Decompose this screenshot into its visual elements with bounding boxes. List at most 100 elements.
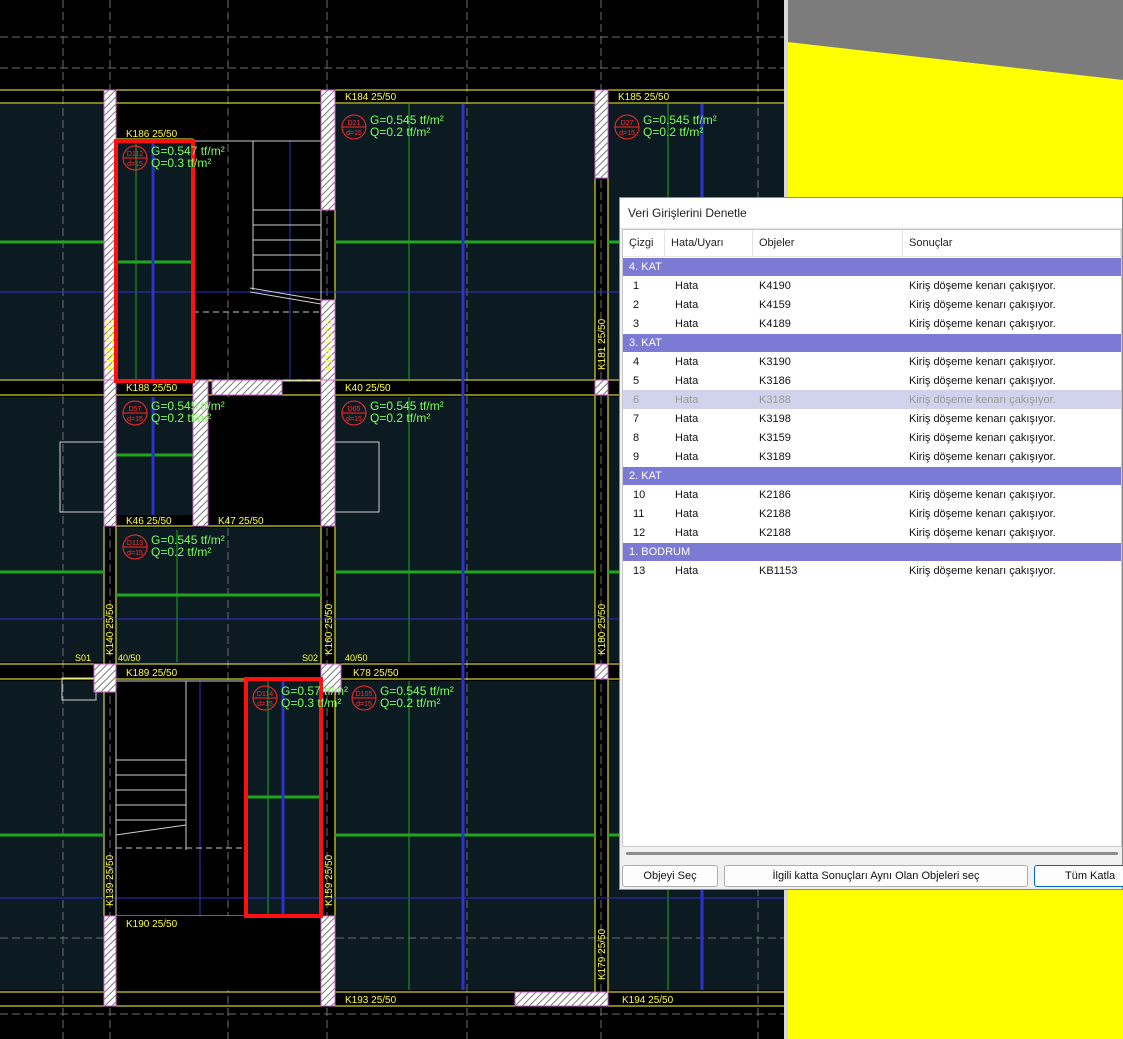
row-type: Hata [675,431,699,444]
column-label-k180[interactable]: K180 25/50 [597,603,608,655]
row-line-number: 8 [633,431,640,444]
slab-id: D114 [257,691,273,698]
row-result: Kiriş döşeme kenarı çakışıyor. [909,374,1056,387]
row-type: Hata [675,564,699,577]
row-result: Kiriş döşeme kenarı çakışıyor. [909,412,1056,425]
slab-id: D113 [127,540,143,547]
list-item[interactable]: 3 Hata K4189 Kiriş döşeme kenarı çakışıyor. [623,314,1121,333]
row-type: Hata [675,488,699,501]
viewport-3d-gray-plane [784,0,1123,80]
slab-id: D57 [129,406,142,413]
row-line-number: 10 [633,488,646,501]
column-label-k160[interactable]: K160 25/50 [324,603,335,655]
beam-label-k193[interactable]: K193 25/50 [345,995,397,1006]
column-header-objects[interactable]: Objeler [753,230,903,256]
list-item[interactable]: 11 Hata K2188 Kiriş döşeme kenarı çakışıyor… [623,504,1121,523]
slab-id: D65 [348,406,361,413]
list-item[interactable]: 13 Hata KB1153 Kiriş döşeme kenarı çakışıyo… [623,561,1121,580]
beam-label-k47[interactable]: K47 25/50 [218,516,264,527]
slab-thickness: d=15 [127,550,143,557]
list-body: 4. KAT 1 Hata K4190 Kiriş döşeme kenarı çakı… [623,258,1121,580]
row-line-number: 11 [633,507,645,520]
beam-label-k185[interactable]: K185 25/50 [618,92,670,103]
column-label-k139[interactable]: K139 25/50 [105,854,116,906]
scrollbar-thumb[interactable] [626,852,1118,855]
column-header-results[interactable]: Sonuçlar [903,230,1121,256]
beam-label-k188[interactable]: K188 25/50 [126,383,178,394]
row-line-number: 13 [633,564,646,577]
support-size-s01: 40/50 [118,653,141,663]
beam-label-k190[interactable]: K190 25/50 [126,919,178,930]
slab-live-load: Q=0.3 tf/m² [281,696,341,710]
row-line-number: 9 [633,450,640,463]
row-type: Hata [675,450,699,463]
row-result: Kiriş döşeme kenarı çakışıyor. [909,393,1056,406]
list-item[interactable]: 8 Hata K3159 Kiriş döşeme kenarı çakışıyor. [623,428,1121,447]
column-label-k159[interactable]: K159 25/50 [324,854,335,906]
select-same-results-button[interactable]: İlgili katta Sonuçları Aynı Olan Objeler… [724,865,1028,887]
column-label-k181[interactable]: K181 25/50 [597,318,608,370]
slab-live-load: Q=0.2 tf/m² [151,545,211,559]
beam-label-k186[interactable]: K186 25/50 [126,129,178,140]
beam-label-k189[interactable]: K189 25/50 [126,668,178,679]
row-line-number: 4 [633,355,640,368]
column-label-k199[interactable]: K199 25/50 [324,318,335,370]
group-header[interactable]: 1. BODRUM [623,543,1121,561]
row-line-number: 3 [633,317,640,330]
group-header[interactable]: 4. KAT [623,258,1121,276]
slab-live-load: Q=0.2 tf/m² [643,125,703,139]
row-line-number: 5 [633,374,640,387]
list-item[interactable]: 4 Hata K3190 Kiriş döşeme kenarı çakışıyor. [623,352,1121,371]
support-label-s01: S01 [75,653,91,663]
support-label-s02: S02 [302,653,318,663]
column-label-k140[interactable]: K140 25/50 [105,603,116,655]
column-header-line[interactable]: Çizgi [623,230,665,256]
column-label-k179[interactable]: K179 25/50 [597,928,608,980]
row-result: Kiriş döşeme kenarı çakışıyor. [909,526,1056,539]
row-object: K4159 [759,298,791,311]
list-item[interactable]: 1 Hata K4190 Kiriş döşeme kenarı çakışıyor. [623,276,1121,295]
beam-label-k184[interactable]: K184 25/50 [345,92,397,103]
row-object: K4189 [759,317,791,330]
list-item[interactable]: 10 Hata K2186 Kiriş döşeme kenarı çakışıyor… [623,485,1121,504]
row-object: K2188 [759,526,791,539]
list-item[interactable]: 6 Hata K3188 Kiriş döşeme kenarı çakışıyor. [623,390,1121,409]
beam-label-k46[interactable]: K46 25/50 [126,516,172,527]
group-header[interactable]: 3. KAT [623,334,1121,352]
slab-thickness: d=15 [257,701,273,708]
slab-live-load: Q=0.2 tf/m² [151,411,211,425]
row-object: K3186 [759,374,791,387]
list-item[interactable]: 12 Hata K2188 Kiriş döşeme kenarı çakışıyor… [623,523,1121,542]
row-object: K2186 [759,488,791,501]
row-object: K4190 [759,279,791,292]
select-object-button[interactable]: Objeyi Seç [622,865,718,887]
horizontal-scrollbar[interactable] [622,848,1122,860]
slab-live-load: Q=0.2 tf/m² [370,125,430,139]
slab-thickness: d=15 [619,130,635,137]
slab-thickness: d=15 [127,416,143,423]
group-header[interactable]: 2. KAT [623,467,1121,485]
list-item[interactable]: 9 Hata K3189 Kiriş döşeme kenarı çakışıyor. [623,447,1121,466]
column-header-type[interactable]: Hata/Uyarı [665,230,753,256]
list-header: Çizgi Hata/Uyarı Objeler Sonuçlar [623,230,1121,257]
list-item[interactable]: 7 Hata K3198 Kiriş döşeme kenarı çakışıyor. [623,409,1121,428]
row-line-number: 6 [633,393,640,406]
beam-label-k194[interactable]: K194 25/50 [622,995,674,1006]
row-object: K3159 [759,431,791,444]
row-object: K3188 [759,393,791,406]
list-item[interactable]: 5 Hata K3186 Kiriş döşeme kenarı çakışıyor. [623,371,1121,390]
row-result: Kiriş döşeme kenarı çakışıyor. [909,488,1056,501]
all-floors-button[interactable]: Tüm Katla [1034,865,1123,887]
slab-live-load: Q=0.2 tf/m² [370,411,430,425]
list-item[interactable]: 2 Hata K4159 Kiriş döşeme kenarı çakışıyor. [623,295,1121,314]
row-result: Kiriş döşeme kenarı çakışıyor. [909,298,1056,311]
row-line-number: 12 [633,526,646,539]
column-label-k198[interactable]: K198 25/50 [105,318,116,370]
dialog-title: Veri Girişlerini Denetle [620,198,1122,229]
beam-label-k40[interactable]: K40 25/50 [345,383,391,394]
check-inputs-dialog: Veri Girişlerini Denetle Çizgi Hata/Uyar… [619,197,1123,890]
row-result: Kiriş döşeme kenarı çakışıyor. [909,564,1056,577]
results-list[interactable]: Çizgi Hata/Uyarı Objeler Sonuçlar 4. KAT… [622,229,1122,847]
beam-label-k78[interactable]: K78 25/50 [353,668,399,679]
slab-id: D105 [356,691,373,698]
